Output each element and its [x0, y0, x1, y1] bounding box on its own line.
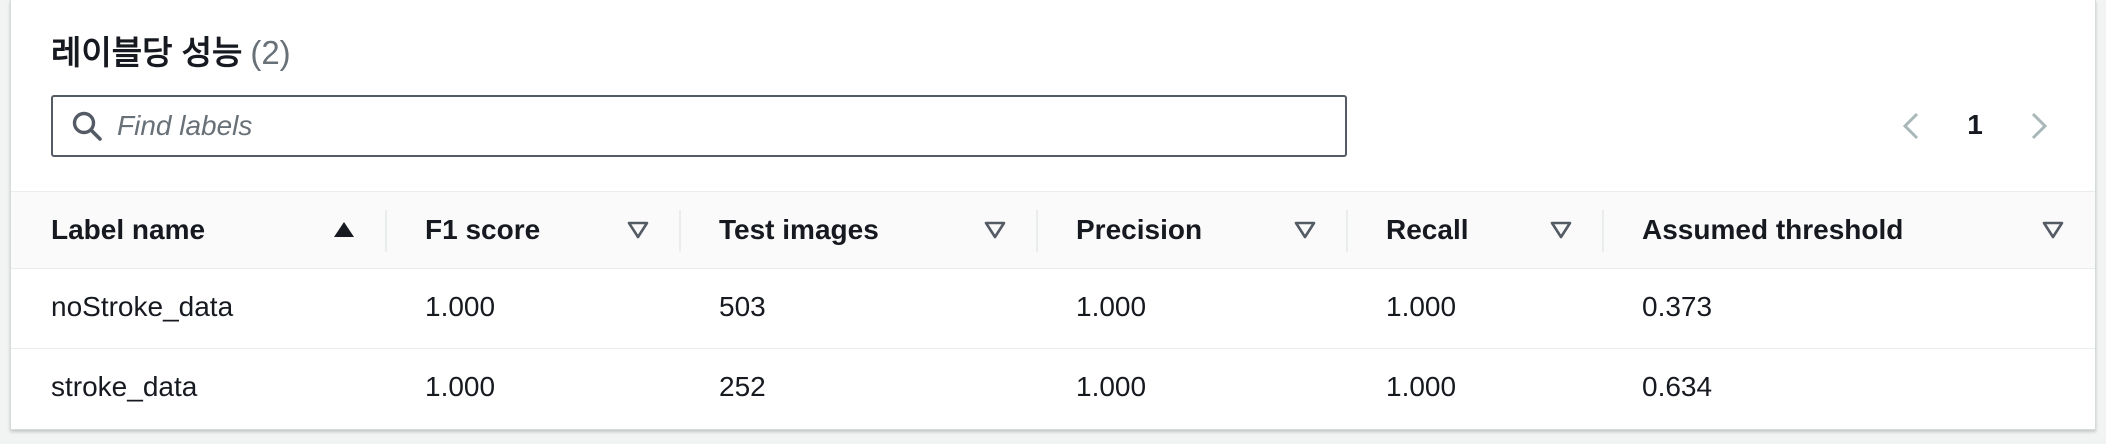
- pagination: 1: [1895, 104, 2055, 148]
- cell-precision: 1.000: [1076, 291, 1147, 322]
- cell-precision: 1.000: [1076, 371, 1147, 402]
- column-divider[interactable]: [1036, 210, 1038, 252]
- column-header-label: Label name: [51, 214, 206, 245]
- current-page-number[interactable]: 1: [1959, 109, 1991, 141]
- column-header-label: Assumed threshold: [1642, 214, 1904, 245]
- sort-descending-icon[interactable]: [2042, 220, 2064, 240]
- previous-page-icon[interactable]: [1895, 108, 1931, 144]
- sort-ascending-icon[interactable]: [333, 220, 355, 240]
- search-icon: [72, 111, 102, 141]
- column-divider[interactable]: [1346, 210, 1348, 252]
- cell-recall: 1.000: [1386, 291, 1457, 322]
- label-performance-table: Label name F1 score Test images Precisio…: [11, 191, 2095, 429]
- column-header-f1-score[interactable]: F1 score: [385, 192, 679, 268]
- panel-title-text: 레이블당 성능: [51, 34, 243, 71]
- cell-assumed-threshold: 0.634: [1642, 371, 1713, 402]
- cell-f1-score: 1.000: [425, 371, 496, 402]
- sort-descending-icon[interactable]: [1294, 220, 1316, 240]
- cell-label-name: stroke_data: [51, 371, 198, 402]
- table-row: stroke_data 1.000 252 1.000 1.000 0.634: [11, 349, 2095, 429]
- column-header-label-name[interactable]: Label name: [11, 192, 385, 268]
- sort-descending-icon[interactable]: [1550, 220, 1572, 240]
- column-header-test-images[interactable]: Test images: [679, 192, 1036, 268]
- column-header-label: Precision: [1076, 214, 1203, 245]
- column-header-assumed-threshold[interactable]: Assumed threshold: [1602, 192, 2095, 268]
- cell-assumed-threshold: 0.373: [1642, 291, 1713, 322]
- search-input[interactable]: [117, 105, 1317, 147]
- sort-descending-icon[interactable]: [984, 220, 1006, 240]
- cell-f1-score: 1.000: [425, 291, 496, 322]
- cell-test-images: 503: [719, 291, 766, 322]
- table-header: Label name F1 score Test images Precisio…: [11, 191, 2095, 269]
- cell-recall: 1.000: [1386, 371, 1457, 402]
- column-header-precision[interactable]: Precision: [1036, 192, 1346, 268]
- column-header-label: Test images: [719, 214, 879, 245]
- sort-descending-icon[interactable]: [627, 220, 649, 240]
- column-divider[interactable]: [385, 210, 387, 252]
- find-labels-search[interactable]: [51, 95, 1347, 157]
- panel-title: 레이블당 성능 (2): [51, 26, 291, 74]
- cell-test-images: 252: [719, 371, 766, 402]
- column-header-recall[interactable]: Recall: [1346, 192, 1602, 268]
- column-header-label: F1 score: [425, 214, 541, 245]
- cell-label-name: noStroke_data: [51, 291, 234, 322]
- next-page-icon[interactable]: [2019, 108, 2055, 144]
- column-divider[interactable]: [1602, 210, 1604, 252]
- column-header-label: Recall: [1386, 214, 1469, 245]
- panel-title-count: (2): [250, 34, 291, 71]
- label-performance-panel: 레이블당 성능(2) 1 Label name F1 score: [10, 0, 2096, 430]
- table-row: noStroke_data 1.000 503 1.000 1.000 0.37…: [11, 269, 2095, 349]
- column-divider[interactable]: [679, 210, 681, 252]
